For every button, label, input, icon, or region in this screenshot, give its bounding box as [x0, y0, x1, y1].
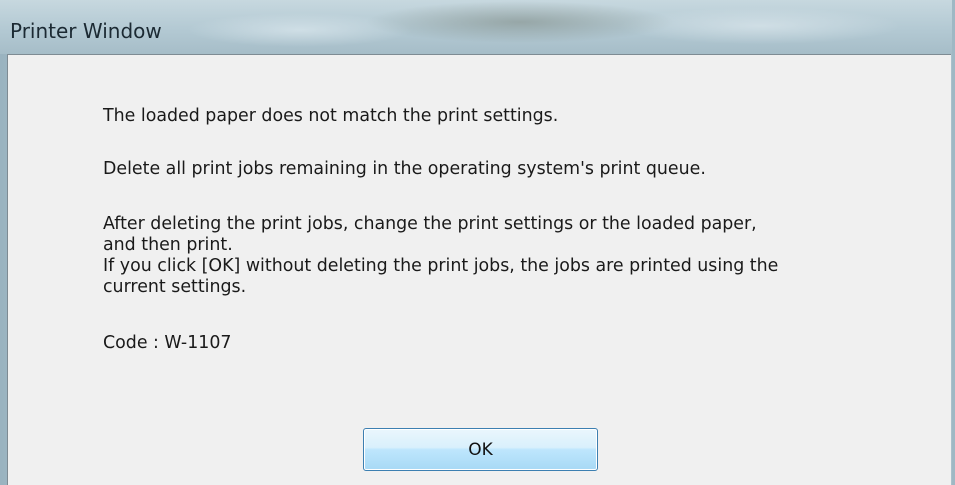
message-instructions-line-4: current settings. — [103, 277, 247, 297]
message-instructions-line-1: After deleting the print jobs, change th… — [103, 214, 757, 234]
printer-dialog-window: Printer Window The loaded paper does not… — [0, 0, 955, 485]
window-titlebar[interactable]: Printer Window — [0, 0, 952, 54]
message-paper-mismatch: The loaded paper does not match the prin… — [103, 106, 559, 126]
dialog-content: The loaded paper does not match the prin… — [7, 54, 951, 485]
message-instructions-line-2: and then print. — [103, 235, 233, 255]
ok-button[interactable]: OK — [363, 428, 598, 471]
error-code: Code : W-1107 — [103, 333, 232, 353]
ok-button-label: OK — [468, 439, 493, 460]
window-title: Printer Window — [10, 19, 162, 43]
message-instructions-line-3: If you click [OK] without deleting the p… — [103, 256, 779, 276]
message-delete-jobs: Delete all print jobs remaining in the o… — [103, 159, 706, 179]
